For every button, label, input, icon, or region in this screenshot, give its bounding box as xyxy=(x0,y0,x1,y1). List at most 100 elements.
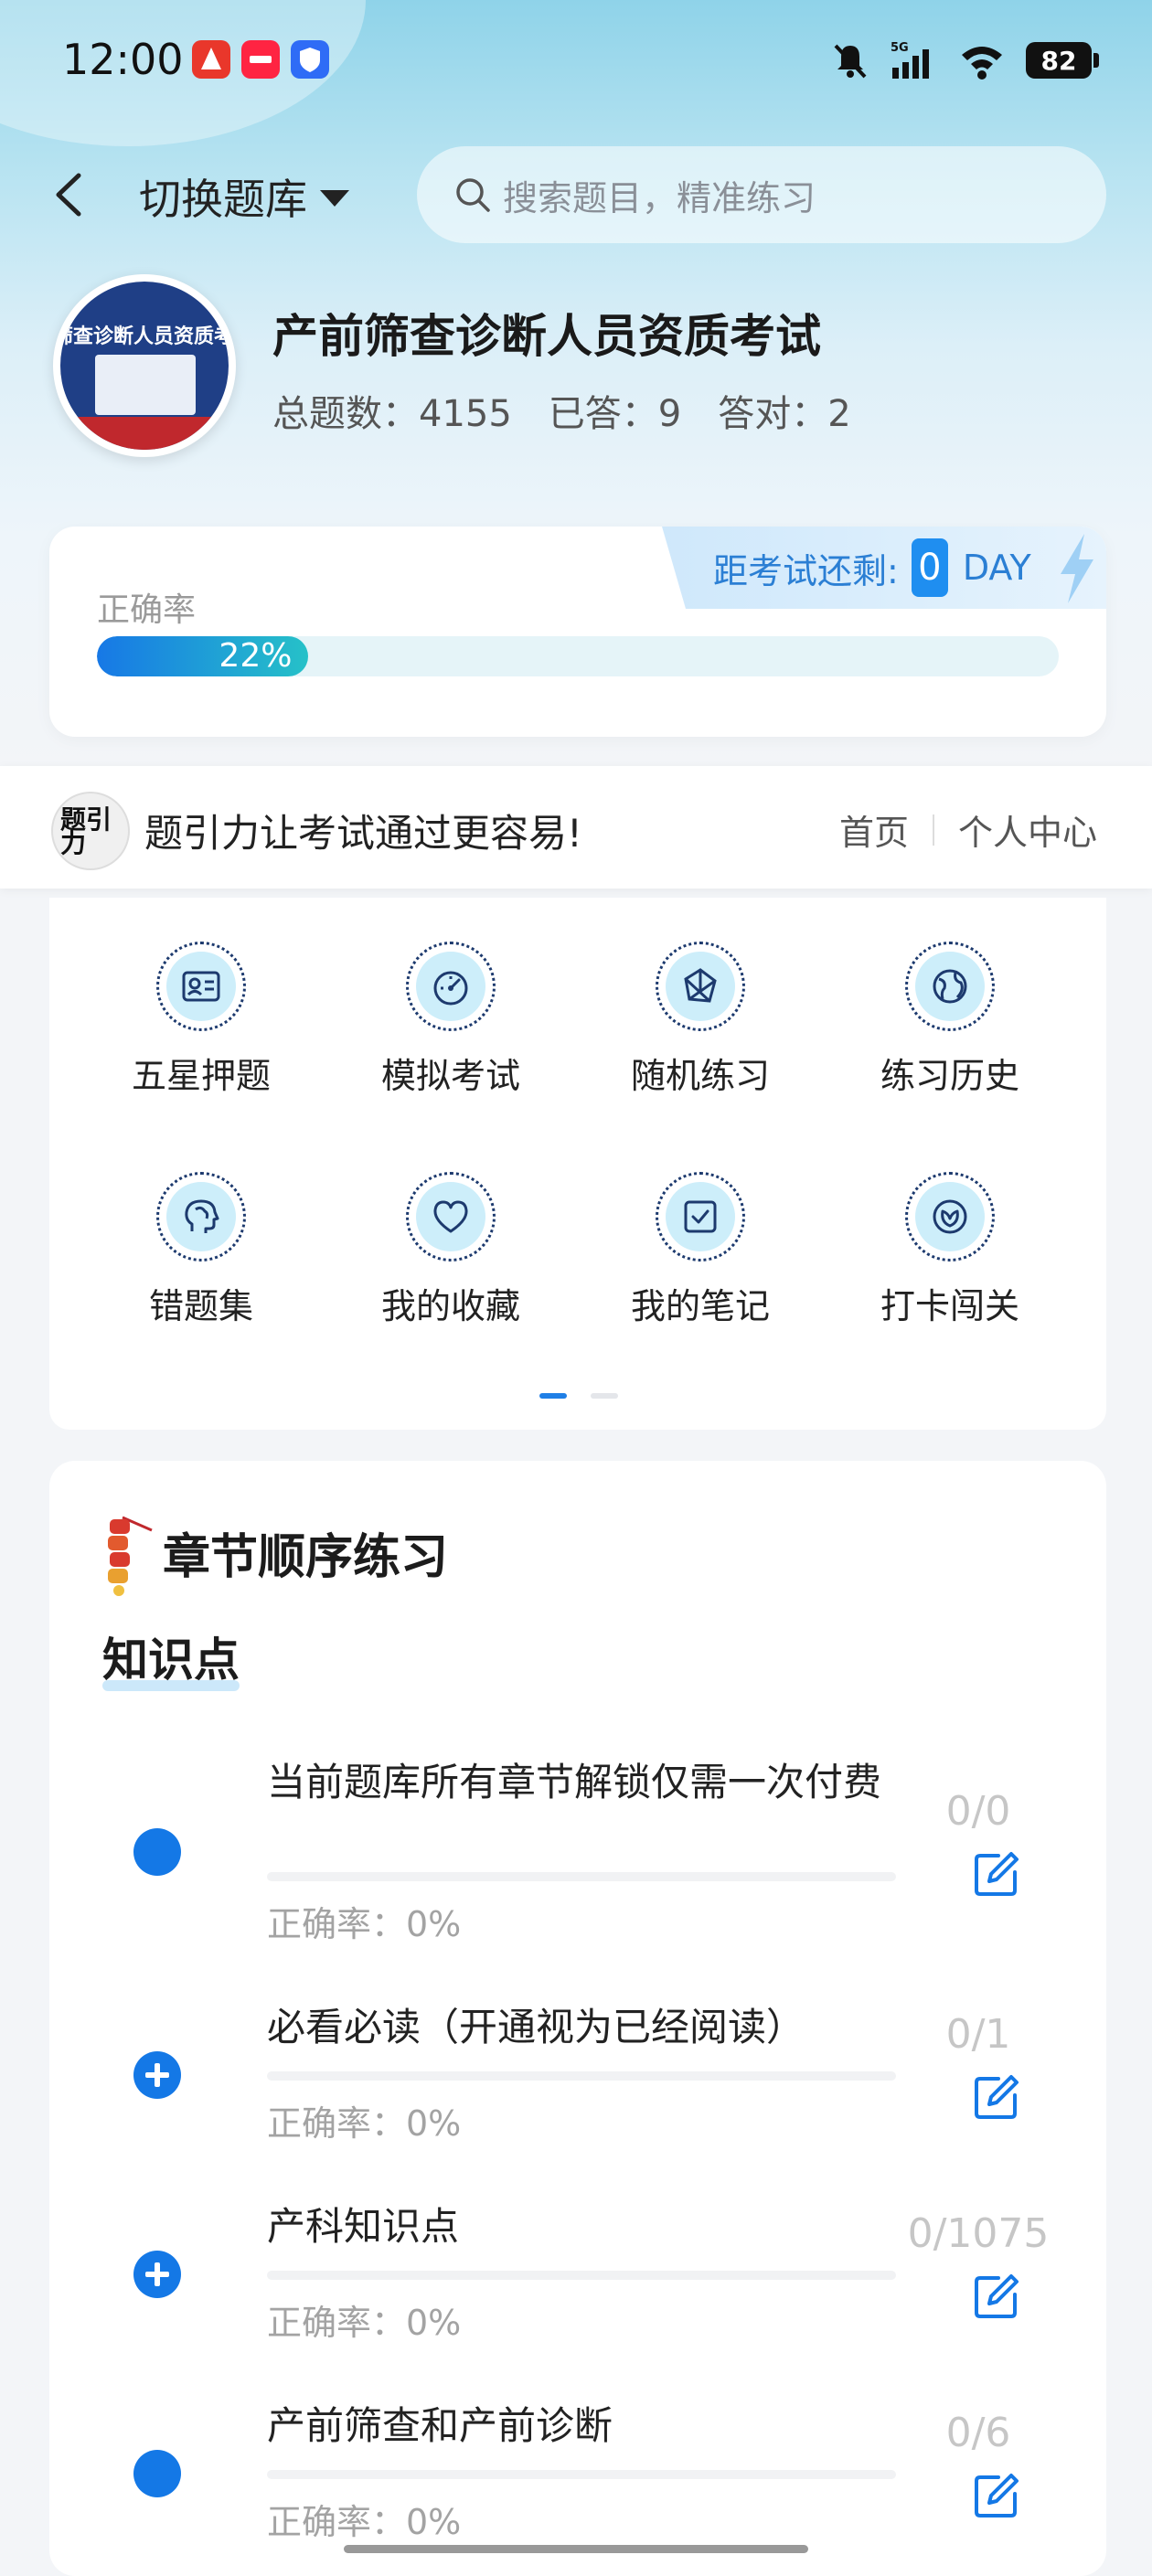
edit-icon[interactable] xyxy=(971,2271,1022,2322)
chapter-header: 章节顺序练习 xyxy=(99,1506,448,1598)
battery-icon: 82 xyxy=(1026,42,1099,79)
globe-icon xyxy=(933,969,967,1004)
bell-muted-icon xyxy=(834,44,867,79)
app-logo: 题引力 xyxy=(51,792,130,870)
status-bar: 12:00 5G 82 xyxy=(0,0,1152,128)
clock: 12:00 xyxy=(62,35,184,84)
menu-label: 随机练习 xyxy=(630,1056,770,1096)
brain-icon xyxy=(185,1199,219,1233)
nav-divider xyxy=(932,814,934,846)
chapter-progress-bar xyxy=(267,1872,896,1881)
search-placeholder: 搜索题目，精准练习 xyxy=(503,177,816,218)
chapter-rate: 正确率：0% xyxy=(267,2303,462,2343)
menu-item-random-practice[interactable]: 随机练习 xyxy=(591,942,810,1098)
chapter-count: 0/0 xyxy=(945,1788,1011,1835)
menu-label: 五星押题 xyxy=(131,1056,271,1096)
edit-icon[interactable] xyxy=(971,2071,1022,2123)
menu-label: 我的笔记 xyxy=(630,1286,770,1326)
chapter-rate: 正确率：0% xyxy=(267,2502,462,2542)
menu-label: 模拟考试 xyxy=(380,1056,520,1096)
chapter-practice-card: 章节顺序练习 知识点 当前题库所有章节解锁仅需一次付费 正确率：0% 0/0 必… xyxy=(49,1461,1106,2576)
signal-5g-icon: 5G xyxy=(891,41,929,79)
accuracy-label: 正确率 xyxy=(97,591,197,629)
menu-item-wrong-questions[interactable]: 错题集 xyxy=(91,1172,311,1328)
menu-label: 错题集 xyxy=(148,1286,253,1326)
firecracker-icon xyxy=(108,1516,153,1596)
chapter-count: 0/1 xyxy=(945,2011,1011,2058)
menu-label: 练习历史 xyxy=(880,1056,1019,1096)
countdown-days: 0 xyxy=(911,538,948,597)
menu-item-check-in[interactable]: 打卡闯关 xyxy=(840,1172,1060,1328)
accuracy-card: 距考试还剩: 0 DAY 正确率 22% xyxy=(49,527,1106,737)
menu-item-mock-exam[interactable]: 模拟考试 xyxy=(341,942,560,1098)
chevron-left-icon xyxy=(56,173,81,217)
search-input[interactable]: 搜索题目，精准练习 xyxy=(417,146,1106,243)
menu-label: 我的收藏 xyxy=(380,1286,520,1326)
chapter-progress-bar xyxy=(267,2271,896,2280)
search-icon xyxy=(456,178,490,212)
chapter-progress-bar xyxy=(267,2071,896,2081)
shield-app-icon xyxy=(291,40,329,79)
menu-label: 打卡闯关 xyxy=(880,1286,1019,1326)
chapter-count: 0/6 xyxy=(945,2410,1011,2456)
gauge-icon xyxy=(433,971,468,1006)
app-notification-icon xyxy=(192,40,230,79)
nav-profile-link[interactable]: 个人中心 xyxy=(958,804,1097,855)
chapter-bullet xyxy=(133,1828,181,1876)
menu-item-history[interactable]: 练习历史 xyxy=(840,942,1060,1098)
exam-cover-image: 筛查诊断人员资质考 xyxy=(53,274,236,457)
check-note-icon xyxy=(684,1200,717,1233)
nav-home-link[interactable]: 首页 xyxy=(839,804,909,855)
cover-title: 筛查诊断人员资质考 xyxy=(60,325,229,348)
page-dot xyxy=(591,1393,618,1399)
xiaohongshu-icon xyxy=(241,40,280,79)
menu-item-favorites[interactable]: 我的收藏 xyxy=(341,1172,560,1328)
chapter-name: 当前题库所有章节解锁仅需一次付费 xyxy=(267,1760,882,1804)
slogan-bar: 题引力 题引力让考试通过更容易! 首页 个人中心 xyxy=(0,766,1152,889)
switch-bank-dropdown[interactable]: 切换题库 xyxy=(139,166,349,227)
heart-icon xyxy=(433,1200,468,1233)
logo-text: 题引力 xyxy=(60,804,112,858)
chapter-name: 产前筛查和产前诊断 xyxy=(267,2403,613,2448)
expand-plus-icon[interactable] xyxy=(133,2251,181,2298)
random-icon xyxy=(684,968,717,1003)
menu-item-five-star[interactable]: 五星押题 xyxy=(91,942,311,1098)
caret-down-icon xyxy=(320,190,349,207)
svg-text:5G: 5G xyxy=(891,41,909,55)
leaf-icon xyxy=(933,1199,967,1234)
status-icons: 5G 82 xyxy=(830,37,1099,84)
id-card-icon xyxy=(182,971,220,1002)
exam-countdown: 距考试还剩: 0 DAY xyxy=(662,527,1106,609)
accuracy-value: 22% xyxy=(219,637,293,675)
home-indicator[interactable] xyxy=(344,2545,808,2553)
exam-title: 产前筛查诊断人员资质考试 xyxy=(272,310,821,363)
accuracy-progress-bar: 22% xyxy=(97,636,1059,676)
feature-menu: 五星押题 模拟考试 随机练习 练习历史 错题集 我的收藏 我的笔记 打卡闯关 xyxy=(49,898,1106,1430)
menu-item-notes[interactable]: 我的笔记 xyxy=(591,1172,810,1328)
chapter-name: 产科知识点 xyxy=(267,2204,460,2249)
chapter-bullet xyxy=(133,2450,181,2497)
exam-stats: 总题数：4155 已答：9 答对：2 xyxy=(272,384,851,437)
chapter-title: 章节顺序练习 xyxy=(163,1529,449,1585)
page-dot-active xyxy=(539,1393,567,1399)
slogan-text: 题引力让考试通过更容易! xyxy=(144,811,582,856)
accuracy-progress-fill: 22% xyxy=(97,636,309,676)
chapter-progress-bar xyxy=(267,2470,896,2479)
chapter-name: 必看必读（开通视为已经阅读） xyxy=(267,2005,805,2049)
menu-page-indicator xyxy=(539,1393,618,1399)
back-button[interactable] xyxy=(48,163,97,227)
countdown-label: 距考试还剩: xyxy=(713,550,899,591)
wifi-icon xyxy=(962,47,1002,80)
knowledge-section-title: 知识点 xyxy=(102,1623,240,1691)
chapter-rate: 正确率：0% xyxy=(267,1904,462,1944)
chapter-count: 0/1075 xyxy=(907,2210,1050,2257)
countdown-unit: DAY xyxy=(962,548,1031,588)
edit-icon[interactable] xyxy=(971,2470,1022,2521)
expand-plus-icon[interactable] xyxy=(133,2051,181,2099)
edit-icon[interactable] xyxy=(971,1848,1022,1900)
switch-bank-label: 切换题库 xyxy=(139,175,307,224)
lightning-icon xyxy=(1061,534,1093,603)
correct-count: 答对：2 xyxy=(718,393,851,435)
chapter-rate: 正确率：0% xyxy=(267,2103,462,2144)
slogan-nav: 首页 个人中心 xyxy=(839,804,1097,855)
